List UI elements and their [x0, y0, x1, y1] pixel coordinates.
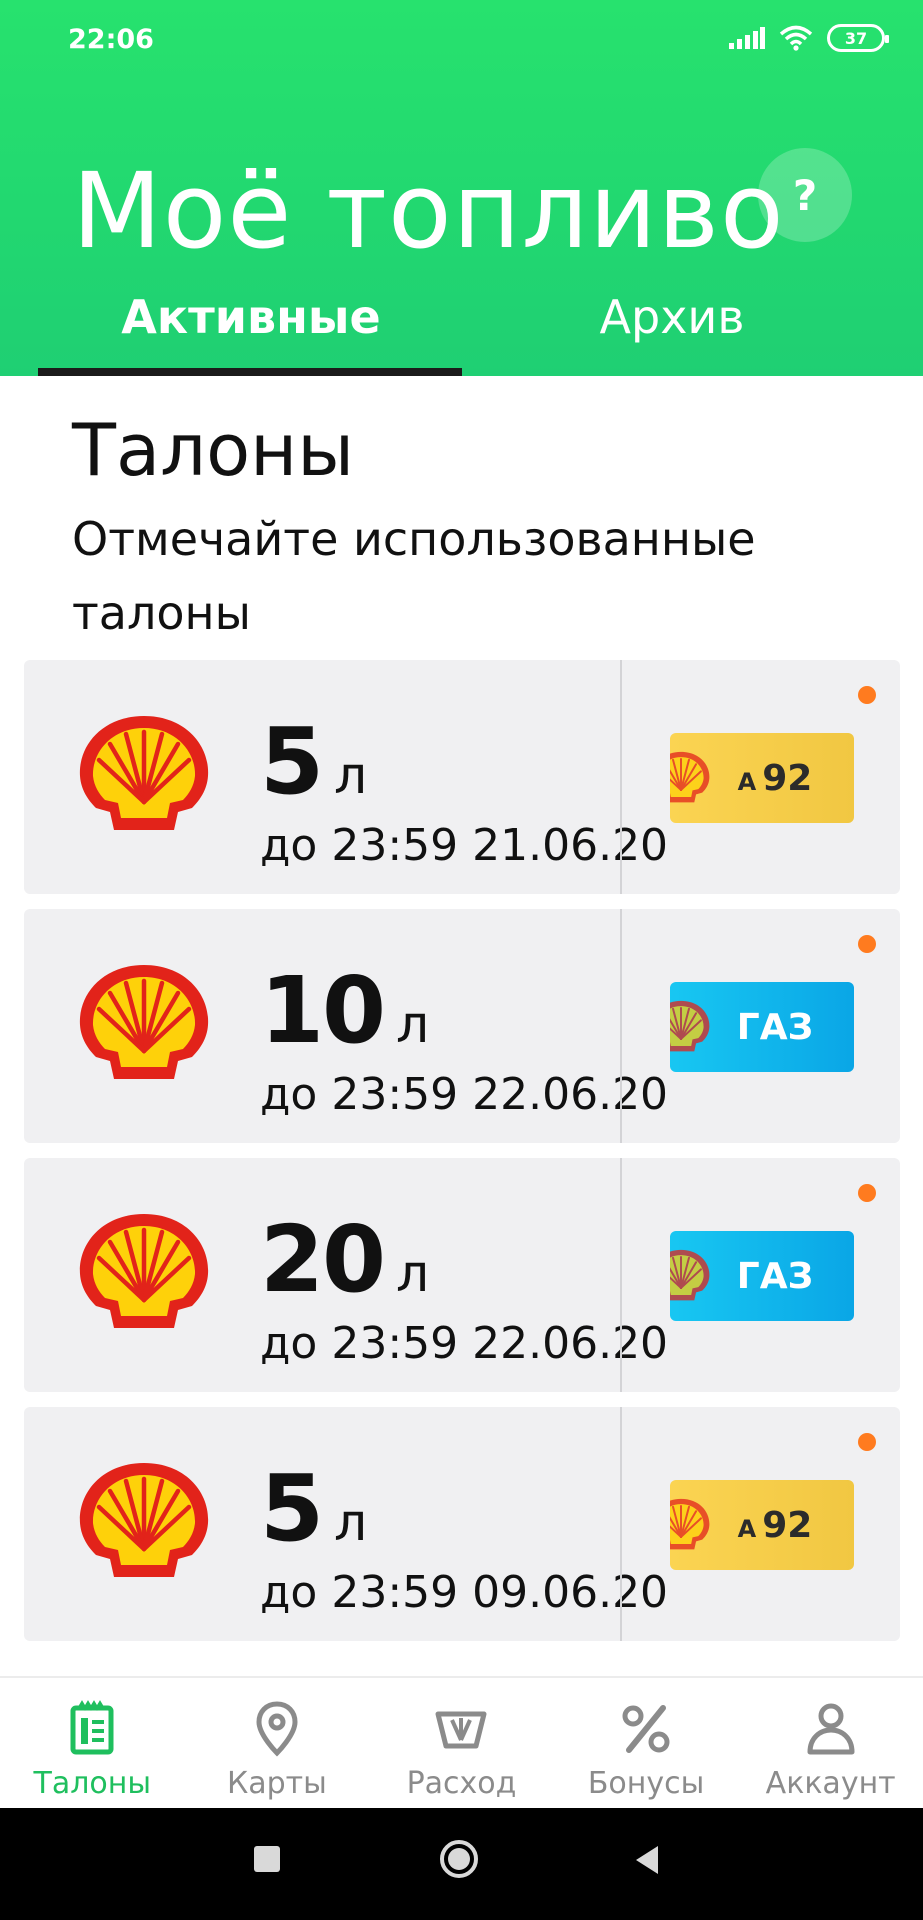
nav-label: Талоны	[33, 1766, 152, 1801]
percent-icon	[622, 1705, 670, 1753]
nav-item-consumption[interactable]: Расход	[369, 1678, 554, 1808]
coupon-volume: 20 л	[260, 1206, 429, 1313]
fuel-badge: ГАЗ	[670, 982, 854, 1072]
nav-label: Бонусы	[587, 1766, 705, 1801]
shell-watermark-icon	[670, 743, 712, 813]
help-icon: ?	[792, 170, 818, 220]
volume-number: 5	[260, 708, 324, 815]
coupon-icon	[70, 1700, 114, 1755]
coupon-expiry: до 23:59 22.06.20	[260, 1318, 669, 1369]
fuel-badge: A 92	[670, 733, 854, 823]
status-dot	[858, 686, 876, 704]
app-header: 22:06 37 Моё топливо ? Активные Архив	[0, 0, 923, 376]
nav-item-cards[interactable]: Карты	[185, 1678, 370, 1808]
status-icons: 37	[729, 24, 889, 52]
shell-logo-icon	[74, 961, 214, 1087]
volume-number: 5	[260, 1455, 324, 1562]
shell-logo-icon	[74, 1459, 214, 1585]
recents-icon[interactable]	[252, 1844, 282, 1874]
wifi-icon	[779, 25, 813, 51]
volume-unit: л	[396, 995, 430, 1055]
fuel-type: ГАЗ	[736, 1006, 814, 1048]
user-icon	[807, 1703, 855, 1755]
tab-archive[interactable]: Архив	[482, 290, 862, 356]
system-nav-bar	[0, 1808, 923, 1920]
shell-watermark-icon	[670, 1490, 712, 1560]
nav-item-coupons[interactable]: Талоны	[0, 1678, 185, 1808]
shell-logo-icon	[74, 712, 214, 838]
status-dot	[858, 1433, 876, 1451]
coupon-card[interactable]: 5 л до 23:59 09.06.20 A 92	[24, 1407, 900, 1641]
coupon-volume: 5 л	[260, 1455, 367, 1562]
coupon-expiry: до 23:59 21.06.20	[260, 820, 669, 871]
fuel-type: A 92	[737, 1504, 813, 1546]
coupon-card[interactable]: 5 л до 23:59 21.06.20 A 92	[24, 660, 900, 894]
fuel-badge: A 92	[670, 1480, 854, 1570]
bottom-nav: Талоны Карты Расход Бонусы Аккаунт	[0, 1676, 923, 1808]
coupon-expiry: до 23:59 09.06.20	[260, 1567, 669, 1618]
shell-logo-icon	[74, 1210, 214, 1336]
coupon-volume: 10 л	[260, 957, 429, 1064]
nav-item-account[interactable]: Аккаунт	[738, 1678, 923, 1808]
gauge-icon	[435, 1711, 487, 1749]
nav-item-bonuses[interactable]: Бонусы	[554, 1678, 739, 1808]
volume-unit: л	[334, 746, 368, 806]
signal-icon	[729, 27, 765, 49]
status-dot	[858, 1184, 876, 1202]
coupon-divider	[620, 660, 622, 894]
volume-number: 20	[260, 1206, 386, 1313]
status-dot	[858, 935, 876, 953]
tab-indicator	[38, 368, 462, 376]
help-button[interactable]: ?	[758, 148, 852, 242]
coupon-divider	[620, 1407, 622, 1641]
battery-level: 37	[844, 28, 868, 48]
volume-unit: л	[396, 1244, 430, 1304]
section-subtitle: Отмечайте использованные талоны	[72, 512, 756, 640]
shell-watermark-icon	[670, 1241, 712, 1311]
fuel-type: ГАЗ	[736, 1255, 814, 1297]
map-pin-icon	[256, 1701, 298, 1757]
battery-icon: 37	[827, 24, 889, 52]
back-icon[interactable]	[632, 1844, 662, 1876]
fuel-type: A 92	[737, 757, 813, 799]
coupon-card[interactable]: 10 л до 23:59 22.06.20 ГАЗ	[24, 909, 900, 1143]
section-title: Талоны	[72, 408, 355, 492]
coupon-divider	[620, 1158, 622, 1392]
nav-label: Карты	[226, 1766, 327, 1801]
app-title: Моё топливо	[72, 150, 785, 272]
coupon-volume: 5 л	[260, 708, 367, 815]
volume-number: 10	[260, 957, 386, 1064]
status-time: 22:06	[68, 24, 154, 55]
fuel-badge: ГАЗ	[670, 1231, 854, 1321]
nav-label: Аккаунт	[765, 1766, 896, 1801]
nav-label: Расход	[406, 1766, 517, 1801]
volume-unit: л	[334, 1493, 368, 1553]
coupon-divider	[620, 909, 622, 1143]
coupon-card[interactable]: 20 л до 23:59 22.06.20 ГАЗ	[24, 1158, 900, 1392]
tab-active[interactable]: Активные	[40, 290, 462, 356]
status-bar: 22:06 37	[0, 0, 923, 80]
shell-watermark-icon	[670, 992, 712, 1062]
home-icon[interactable]	[438, 1838, 480, 1880]
coupon-expiry: до 23:59 22.06.20	[260, 1069, 669, 1120]
